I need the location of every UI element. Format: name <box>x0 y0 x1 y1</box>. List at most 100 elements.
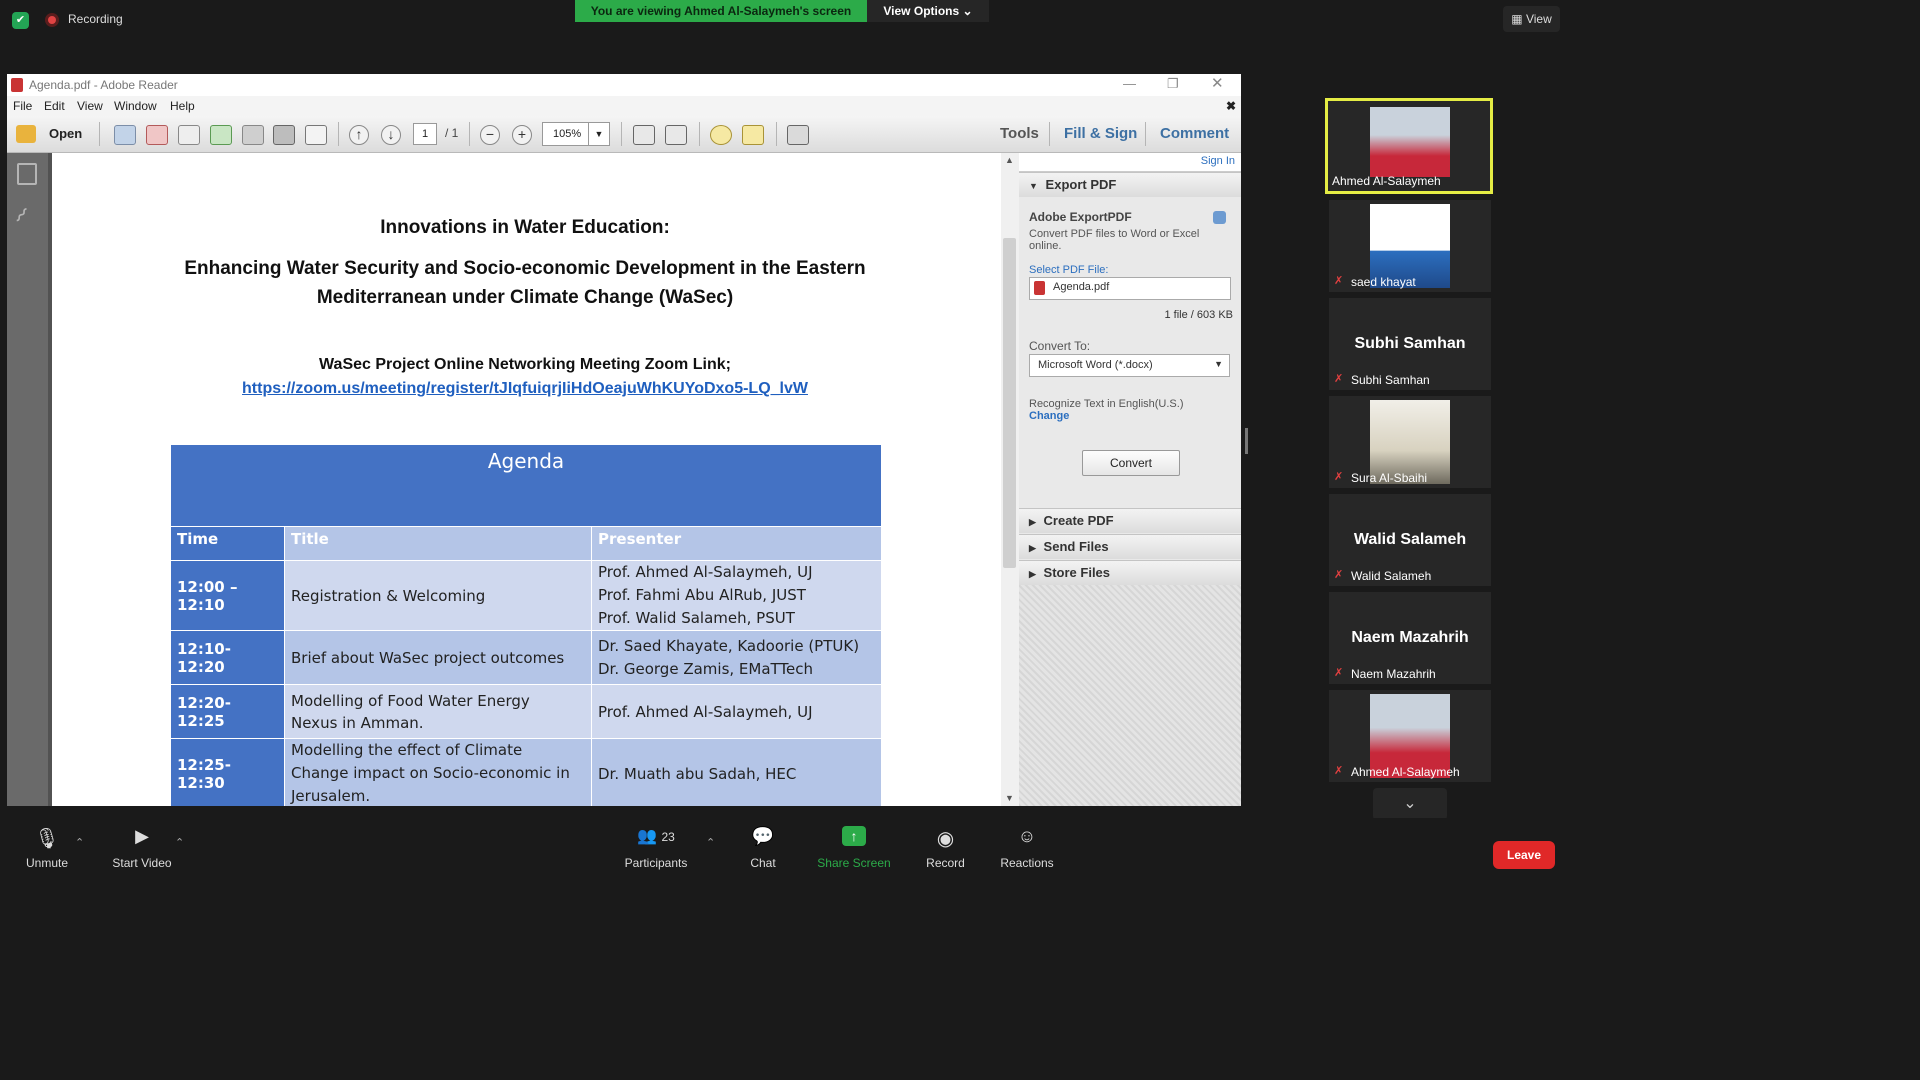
document-view[interactable]: Innovations in Water Education: Enhancin… <box>48 153 998 806</box>
row-time: 12:00 – 12:10 <box>170 560 285 631</box>
muted-mic-icon: ✗ <box>1334 569 1344 581</box>
video-tile[interactable]: ✗ Ahmed Al-Salaymeh <box>1329 690 1491 782</box>
row-title-line: Nexus in Amman. <box>291 713 424 732</box>
participant-name: Sura Al-Sbaihi <box>1351 471 1428 485</box>
sign-in-link[interactable]: Sign In <box>1201 155 1235 167</box>
scroll-down-icon[interactable]: ▼ <box>1005 793 1014 803</box>
chat-label: Chat <box>750 856 776 870</box>
fit-width-icon[interactable] <box>665 125 687 145</box>
panel-resize-handle[interactable] <box>1245 428 1248 454</box>
participants-icon: 👥 <box>637 828 658 845</box>
page-total: / 1 <box>445 126 459 140</box>
video-tile[interactable]: Naem Mazahrih ✗ Naem Mazahrih <box>1329 592 1491 684</box>
close-document-icon[interactable]: ✖ <box>1226 99 1236 113</box>
zoom-in-icon[interactable]: + <box>512 125 532 145</box>
zoom-select[interactable]: 105% ▼ <box>542 122 610 146</box>
restore-icon[interactable]: ❐ <box>1167 76 1179 92</box>
export-pdf-title: Export PDF <box>1045 177 1117 192</box>
email-icon[interactable] <box>305 125 327 145</box>
menu-view[interactable]: View <box>77 99 103 113</box>
comment-bubble-icon[interactable] <box>710 125 732 145</box>
start-video-button[interactable]: ▶ Start Video <box>108 826 176 870</box>
video-off-icon: ▶ <box>135 826 149 846</box>
video-tile[interactable]: Subhi Samhan ✗ Subhi Samhan <box>1329 298 1491 390</box>
row-presenter: Dr. Saed Khayate, Kadoorie (PTUK) Dr. Ge… <box>591 630 882 685</box>
minimize-icon[interactable]: — <box>1123 76 1136 91</box>
video-tile[interactable]: ✗ saed khayat <box>1329 200 1491 292</box>
menu-help[interactable]: Help <box>170 99 195 113</box>
change-language-link[interactable]: Change <box>1029 410 1069 422</box>
close-icon[interactable]: ✕ <box>1211 74 1224 92</box>
pdf-settings-icon[interactable] <box>146 125 168 145</box>
row-title-line: Registration & Welcoming <box>291 586 486 605</box>
convert-to-select[interactable]: Microsoft Word (*.docx) ▼ <box>1029 354 1230 377</box>
menu-file[interactable]: File <box>13 99 32 113</box>
open-button[interactable]: Open <box>49 126 82 141</box>
presenter-line: Prof. Ahmed Al-Salaymeh, UJ <box>598 563 813 581</box>
tab-tools[interactable]: Tools <box>1000 125 1039 142</box>
participants-options-caret-icon[interactable]: ⌃ <box>706 836 715 849</box>
document-scrollbar[interactable]: ▲ ▼ <box>1001 153 1019 806</box>
unmute-button[interactable]: 🎙 Unmute <box>24 826 70 870</box>
attachment-paperclip-icon[interactable]: ⌇ <box>9 203 33 228</box>
next-page-icon[interactable]: ↓ <box>381 125 401 145</box>
page-number-input[interactable]: 1 <box>413 123 437 145</box>
chat-button[interactable]: 💬 Chat <box>744 826 782 870</box>
convert-to-label: Convert To: <box>1029 339 1091 353</box>
video-tile[interactable]: ✗ Sura Al-Sbaihi <box>1329 396 1491 488</box>
create-pdf-icon[interactable] <box>114 125 136 145</box>
save-icon[interactable] <box>242 125 264 145</box>
store-files-header[interactable]: ▶ Store Files <box>1019 560 1241 585</box>
page-thumbnails-icon[interactable] <box>17 163 37 185</box>
edit-document-icon[interactable] <box>178 125 200 145</box>
participant-display-name: Naem Mazahrih <box>1351 629 1469 646</box>
participants-button[interactable]: 👥 23 Participants <box>620 826 692 870</box>
zoom-link[interactable]: https://zoom.us/meeting/register/tJIqfui… <box>52 380 998 398</box>
meeting-line: WaSec Project Online Networking Meeting … <box>319 356 731 373</box>
video-tile[interactable]: Walid Salameh ✗ Walid Salameh <box>1329 494 1491 586</box>
row-title: Modelling the effect of Climate Change i… <box>284 738 592 806</box>
grid-icon: ▦ <box>1511 12 1523 26</box>
chevron-down-icon[interactable]: ▼ <box>588 123 609 145</box>
convert-button[interactable]: Convert <box>1082 450 1180 476</box>
security-shield-icon[interactable]: ✔ <box>12 12 29 29</box>
video-options-caret-icon[interactable]: ⌃ <box>175 836 184 849</box>
tab-comment[interactable]: Comment <box>1160 125 1229 142</box>
video-tile-active-speaker[interactable]: Ahmed Al-Salaymeh <box>1325 98 1493 194</box>
menu-window[interactable]: Window <box>114 99 157 113</box>
create-pdf-header[interactable]: ▶ Create PDF <box>1019 508 1241 533</box>
zoom-out-icon[interactable]: − <box>480 125 500 145</box>
open-folder-icon[interactable] <box>16 125 36 143</box>
tab-fill-sign[interactable]: Fill & Sign <box>1064 125 1137 142</box>
export-info-icon[interactable] <box>1213 211 1226 224</box>
presenter-line: Dr. George Zamis, EMaTTech <box>598 659 814 678</box>
muted-mic-icon: ✗ <box>1334 373 1344 385</box>
menu-edit[interactable]: Edit <box>44 99 65 113</box>
view-options-button[interactable]: View Options ⌄ <box>867 0 989 22</box>
leave-button[interactable]: Leave <box>1493 841 1555 869</box>
muted-microphone-icon: 🎙 <box>34 828 60 850</box>
muted-mic-icon: ✗ <box>1334 765 1344 777</box>
highlight-pen-icon[interactable] <box>742 125 764 145</box>
gallery-next-page-chevron-down-icon[interactable]: ⌄ <box>1373 788 1447 820</box>
record-button[interactable]: ◉ Record <box>923 826 968 870</box>
print-icon[interactable] <box>273 125 295 145</box>
muted-mic-icon: ✗ <box>1334 667 1344 679</box>
fullscreen-icon[interactable] <box>787 125 809 145</box>
convert-to-value: Microsoft Word (*.docx) <box>1038 359 1153 371</box>
scroll-up-icon[interactable]: ▲ <box>1005 155 1014 165</box>
share-screen-button[interactable]: ↑ Share Screen <box>815 826 893 870</box>
upload-cloud-icon[interactable] <box>210 125 232 145</box>
export-pdf-header[interactable]: ▼ Export PDF <box>1019 172 1241 197</box>
scrollbar-thumb[interactable] <box>1003 238 1016 568</box>
audio-options-caret-icon[interactable]: ⌃ <box>75 836 84 849</box>
participant-name: Subhi Samhan <box>1351 373 1430 387</box>
send-files-header[interactable]: ▶ Send Files <box>1019 534 1241 559</box>
fit-page-icon[interactable] <box>633 125 655 145</box>
selected-file-field[interactable]: Agenda.pdf <box>1029 277 1231 300</box>
participant-photo <box>1370 107 1450 177</box>
table-row: 12:25-12:30 Modelling the effect of Clim… <box>170 738 882 806</box>
previous-page-icon[interactable]: ↑ <box>349 125 369 145</box>
reactions-button[interactable]: ☺ Reactions <box>999 826 1055 870</box>
view-button[interactable]: ▦ View <box>1503 6 1560 32</box>
